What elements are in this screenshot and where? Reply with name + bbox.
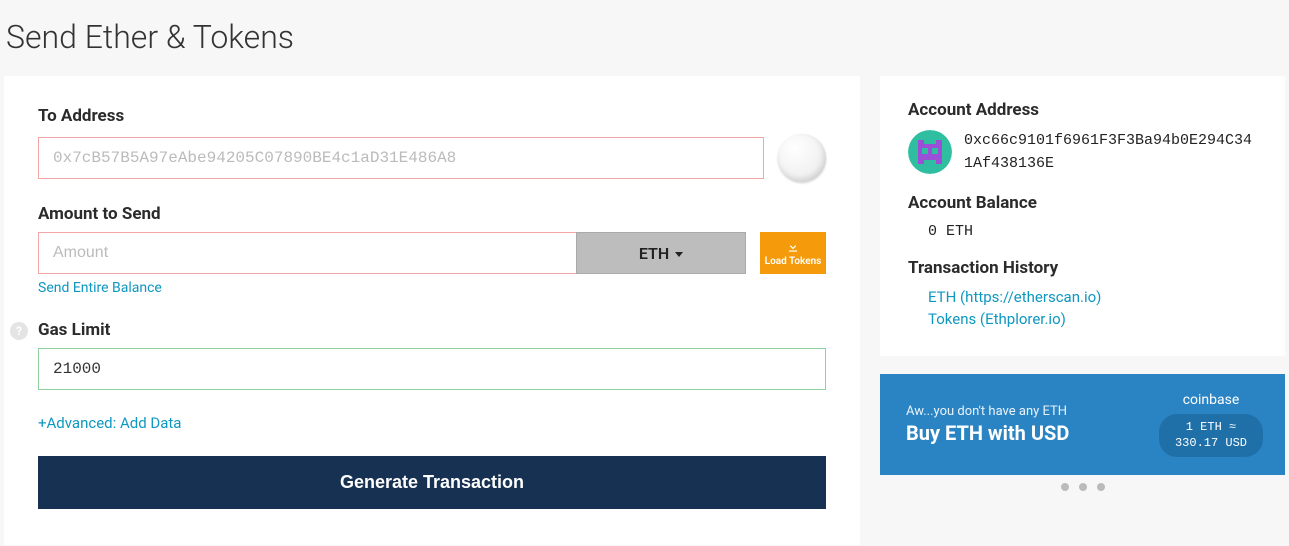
- generate-transaction-button[interactable]: Generate Transaction: [38, 456, 826, 509]
- carousel-dot[interactable]: [1079, 483, 1087, 491]
- load-tokens-label: Load Tokens: [765, 256, 822, 267]
- currency-label: ETH: [639, 244, 669, 263]
- account-avatar-icon: [908, 130, 952, 174]
- carousel-dots: [880, 475, 1285, 495]
- banner-subtext: Aw...you don't have any ETH: [906, 404, 1069, 419]
- account-address-heading: Account Address: [908, 100, 1257, 120]
- carousel-dot[interactable]: [1097, 483, 1105, 491]
- amount-input[interactable]: [38, 232, 576, 274]
- account-card: Account Address 0xc66c9101f6961F3F3Ba94b…: [880, 76, 1285, 356]
- currency-dropdown[interactable]: ETH: [576, 232, 746, 274]
- rate-line-1: 1 ETH ≈: [1175, 420, 1247, 436]
- advanced-add-data-link[interactable]: +Advanced: Add Data: [38, 414, 181, 432]
- banner-provider: coinbase: [1183, 392, 1240, 408]
- gas-limit-input[interactable]: [38, 348, 826, 390]
- chevron-down-icon: [675, 252, 683, 257]
- tx-history-eth-link[interactable]: ETH (https://etherscan.io): [928, 288, 1257, 306]
- tx-history-tokens-link[interactable]: Tokens (Ethplorer.io): [928, 310, 1257, 328]
- banner-main-text: Buy ETH with USD: [906, 421, 1069, 445]
- account-balance-heading: Account Balance: [908, 193, 1257, 213]
- help-icon[interactable]: ?: [10, 322, 28, 340]
- carousel-dot[interactable]: [1061, 483, 1069, 491]
- eth-rate-pill: 1 ETH ≈ 330.17 USD: [1159, 414, 1263, 457]
- to-address-identicon: [778, 134, 826, 182]
- send-form-panel: To Address Amount to Send ETH Load Token…: [4, 76, 860, 545]
- amount-label: Amount to Send: [38, 204, 826, 224]
- buy-eth-banner[interactable]: Aw...you don't have any ETH Buy ETH with…: [880, 374, 1285, 475]
- account-balance-value: 0 ETH: [908, 223, 1257, 240]
- load-tokens-button[interactable]: Load Tokens: [760, 232, 826, 274]
- account-address-value: 0xc66c9101f6961F3F3Ba94b0E294C341Af43813…: [964, 130, 1257, 175]
- download-icon: [786, 240, 800, 254]
- to-address-label: To Address: [38, 106, 826, 126]
- send-entire-balance-link[interactable]: Send Entire Balance: [38, 280, 162, 296]
- gas-limit-label: Gas Limit: [38, 320, 826, 340]
- page-title: Send Ether & Tokens: [0, 0, 1289, 76]
- transaction-history-heading: Transaction History: [908, 258, 1257, 278]
- to-address-input[interactable]: [38, 137, 764, 179]
- rate-line-2: 330.17 USD: [1175, 436, 1247, 452]
